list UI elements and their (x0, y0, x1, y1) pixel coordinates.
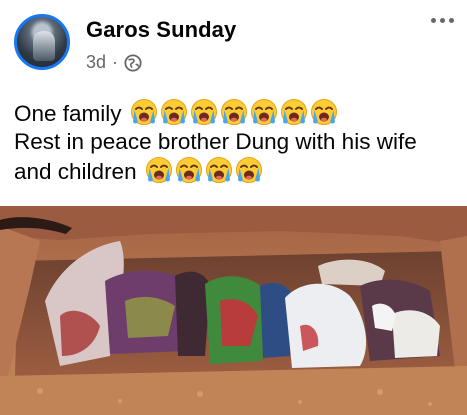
meta-separator: · (112, 52, 119, 72)
loudly-crying-face-icon (190, 99, 217, 125)
loudly-crying-face-icon (220, 99, 247, 125)
loudly-crying-face-icon (145, 157, 172, 183)
post-text-line: Rest in peace brother Dung with his wife (14, 128, 459, 156)
loudly-crying-face-icon (130, 99, 157, 125)
loudly-crying-face-icon (280, 99, 307, 125)
loudly-crying-face-icon (310, 99, 337, 125)
grave-photo (0, 206, 467, 415)
post-text-line: and children (14, 156, 459, 186)
post-text-line-3: and children (14, 159, 137, 184)
avatar-person-icon (33, 31, 55, 61)
loudly-crying-face-icon (175, 157, 202, 183)
post-text: One family Rest in peace brother Dung wi… (14, 98, 459, 186)
post-text-line: One family (14, 98, 459, 128)
post-header: Garos Sunday 3d · (0, 0, 467, 92)
author-name[interactable]: Garos Sunday (86, 17, 236, 43)
post-photo[interactable] (0, 206, 467, 415)
loudly-crying-face-icon (205, 157, 232, 183)
post-meta: 3d · (86, 52, 142, 73)
loudly-crying-face-icon (235, 157, 262, 183)
post-text-line-1: One family (14, 101, 122, 126)
more-options-icon[interactable] (427, 8, 457, 32)
post-text-line-2: Rest in peace brother Dung with his wife (14, 129, 417, 154)
loudly-crying-face-icon (160, 99, 187, 125)
loudly-crying-face-icon (250, 99, 277, 125)
more-dot (430, 17, 436, 23)
globe-icon[interactable] (124, 53, 142, 72)
emoji-row (130, 98, 338, 126)
more-dot (448, 17, 454, 23)
avatar[interactable] (14, 14, 70, 70)
more-dot (439, 17, 445, 23)
post-time[interactable]: 3d (86, 52, 106, 73)
emoji-row (145, 156, 263, 184)
